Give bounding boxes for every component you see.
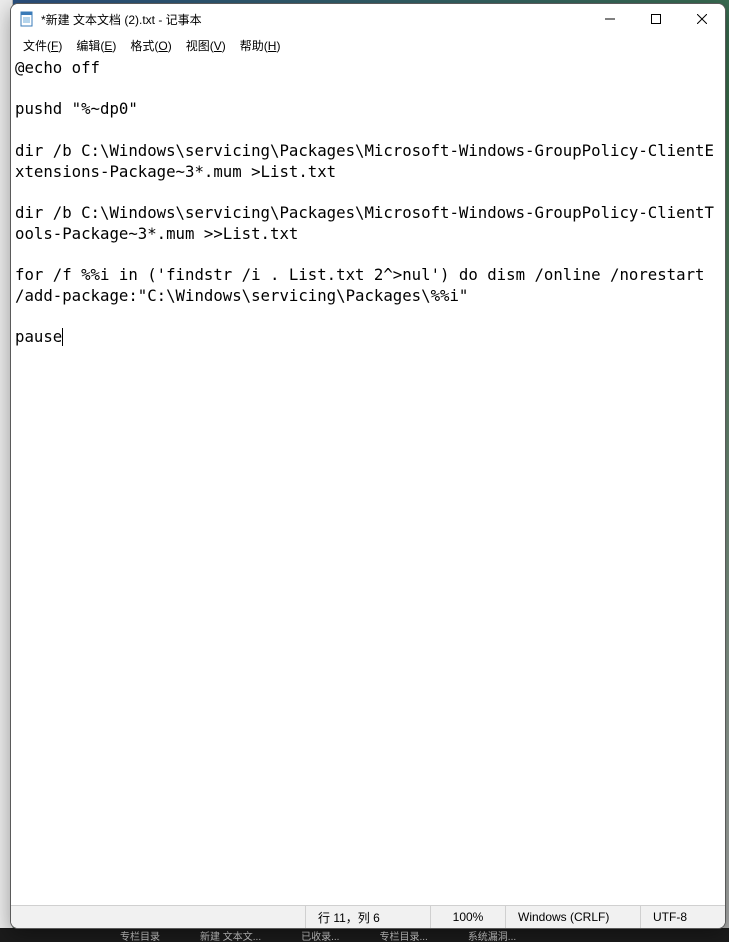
taskbar-item: 专栏目录: [120, 928, 160, 942]
close-button[interactable]: [679, 4, 725, 34]
maximize-button[interactable]: [633, 4, 679, 34]
window-controls: [587, 4, 725, 34]
status-encoding: UTF-8: [640, 906, 725, 928]
menu-view[interactable]: 视图(V): [180, 35, 232, 56]
status-position: 行 11，列 6: [305, 906, 430, 928]
taskbar-item: 已收录...: [301, 928, 339, 942]
taskbar-hint: 专栏目录 新建 文本文... 已收录... 专栏目录... 系统漏洞...: [0, 928, 729, 942]
notepad-window: *新建 文本文档 (2).txt - 记事本 文件(F) 编辑(E) 格式(O)…: [10, 3, 726, 929]
minimize-button[interactable]: [587, 4, 633, 34]
titlebar[interactable]: *新建 文本文档 (2).txt - 记事本: [11, 4, 725, 34]
editor-content: @echo off pushd "%~dp0" dir /b C:\Window…: [15, 58, 714, 346]
status-zoom: 100%: [430, 906, 505, 928]
taskbar-item: 系统漏洞...: [468, 928, 516, 942]
menubar: 文件(F) 编辑(E) 格式(O) 视图(V) 帮助(H): [11, 34, 725, 56]
status-spacer: [11, 906, 305, 928]
window-title: *新建 文本文档 (2).txt - 记事本: [41, 11, 202, 28]
menu-edit[interactable]: 编辑(E): [70, 35, 122, 56]
menu-help[interactable]: 帮助(H): [234, 35, 287, 56]
taskbar-item: 新建 文本文...: [200, 928, 261, 942]
menu-format[interactable]: 格式(O): [124, 35, 177, 56]
status-eol: Windows (CRLF): [505, 906, 640, 928]
text-caret: [62, 328, 63, 346]
notepad-icon: [19, 11, 35, 27]
menu-file[interactable]: 文件(F): [17, 35, 68, 56]
taskbar-item: 专栏目录...: [379, 928, 427, 942]
statusbar: 行 11，列 6 100% Windows (CRLF) UTF-8: [11, 905, 725, 928]
text-editor[interactable]: @echo off pushd "%~dp0" dir /b C:\Window…: [11, 56, 725, 905]
